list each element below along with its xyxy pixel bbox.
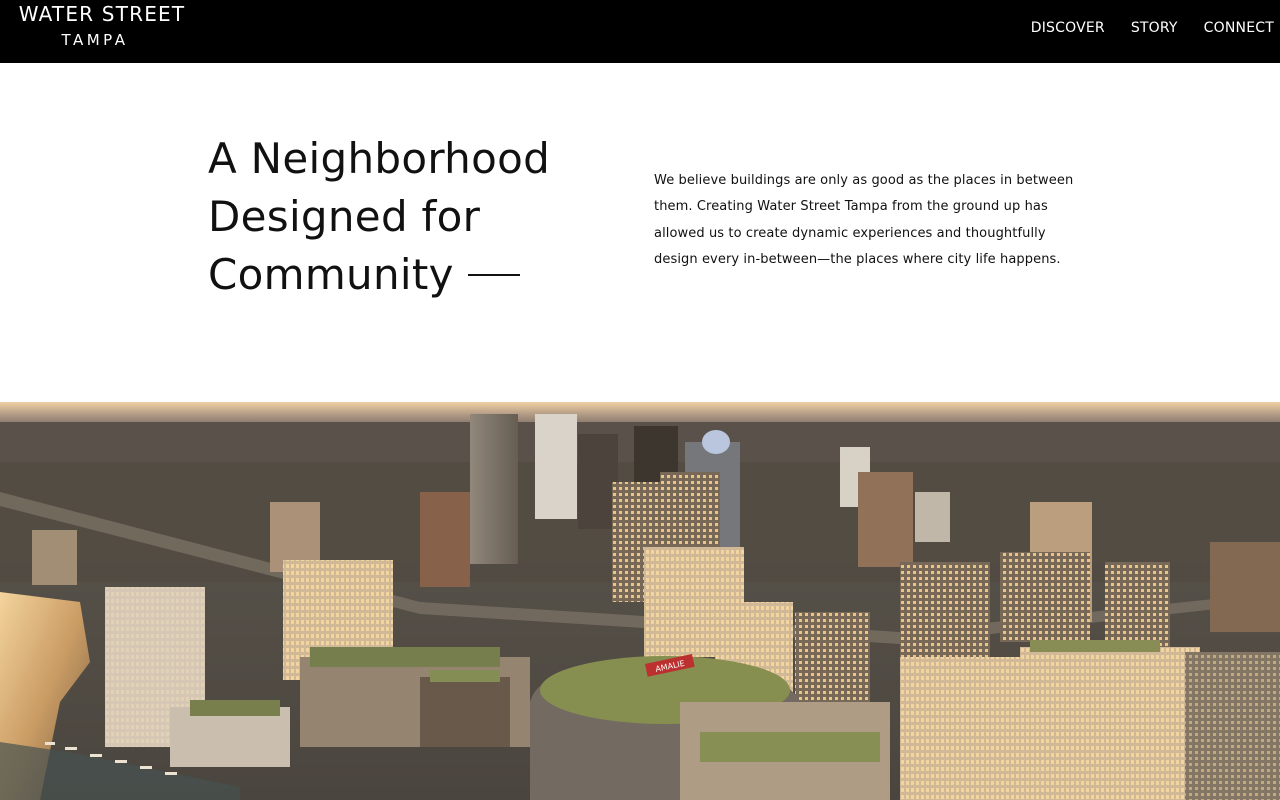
city-skyline-illustration: AMALIE (0, 402, 1280, 800)
page-headline: A Neighborhood Designed for Community (208, 130, 608, 304)
headline-line-3-text: Community (208, 250, 454, 299)
headline-line-2: Designed for (208, 192, 481, 241)
site-header: WATER STREET TAMPA DISCOVER STORY CONNEC… (0, 0, 1280, 63)
headline-dash (467, 273, 520, 276)
intro-paragraph-line-2: them. Creating Water Street Tampa from t… (654, 199, 1048, 215)
intro-paragraph-line-4: design every in-between—the places where… (654, 251, 1061, 267)
nav-discover-link[interactable]: DISCOVER (1031, 20, 1105, 36)
headline-line-3: Community (208, 246, 608, 304)
logo-line-1: WATER STREET (18, 2, 186, 26)
headline-line-1: A Neighborhood (208, 134, 551, 183)
main-nav: DISCOVER STORY CONNECT (1031, 20, 1274, 36)
logo-line-2: TAMPA (61, 31, 129, 49)
intro-paragraph: We believe buildings are only as good as… (654, 168, 1094, 273)
hero-aerial-city-image: AMALIE (0, 402, 1280, 800)
intro-paragraph-line-1: We believe buildings are only as good as… (654, 173, 1074, 188)
intro-paragraph-line-3: allowed us to create dynamic experiences… (654, 225, 1046, 241)
nav-story-link[interactable]: STORY (1131, 20, 1178, 36)
site-logo[interactable]: WATER STREET TAMPA (6, 4, 198, 48)
nav-connect-link[interactable]: CONNECT (1204, 20, 1274, 36)
